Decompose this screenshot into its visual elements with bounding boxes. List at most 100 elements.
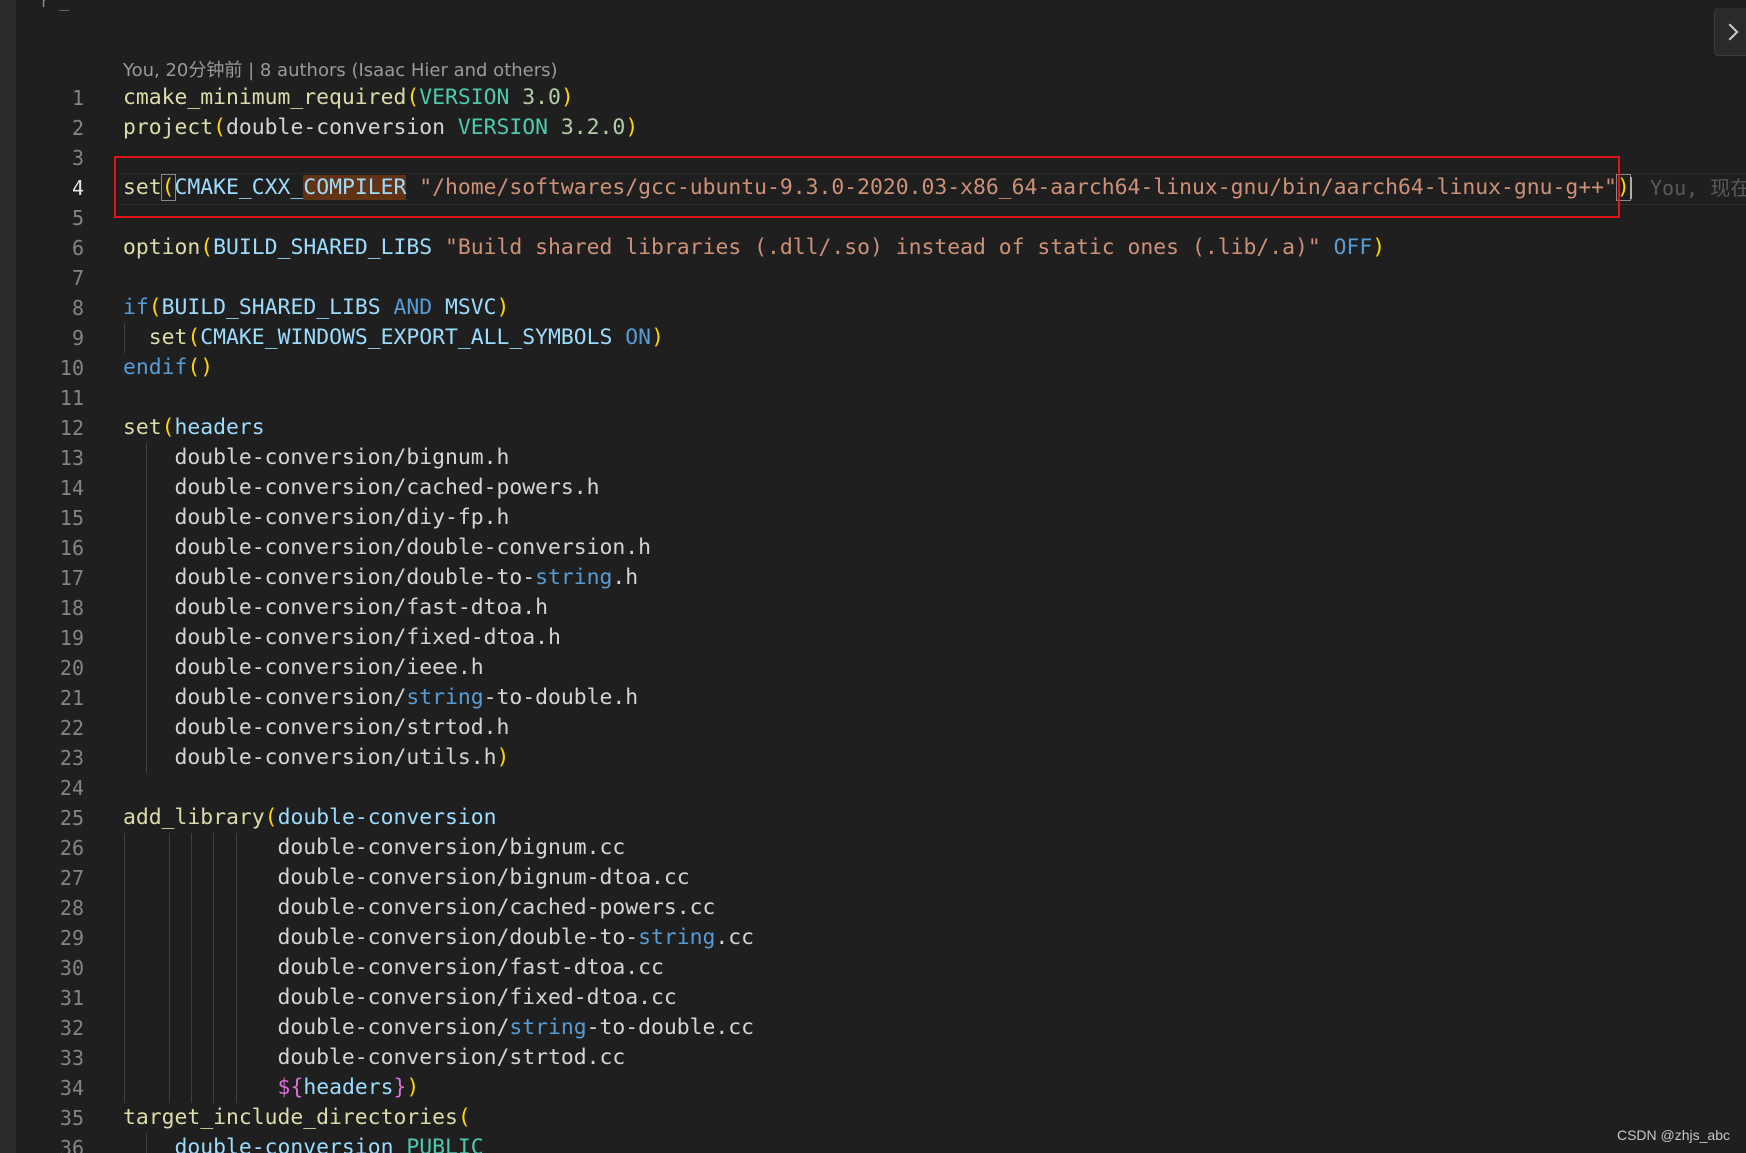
line-code[interactable]: double-conversion/double-to-string.cc (123, 923, 755, 953)
indent-guide (124, 1043, 125, 1073)
line-code[interactable]: if(BUILD_SHARED_LIBS AND MSVC) (123, 293, 509, 323)
line-code[interactable]: double-conversion/utils.h) (123, 743, 510, 773)
line-code[interactable]: set(CMAKE_WINDOWS_EXPORT_ALL_SYMBOLS ON) (123, 323, 664, 353)
line-code[interactable]: double-conversion/ieee.h (123, 653, 484, 683)
indent-guide (213, 983, 215, 1013)
code-line[interactable]: 35 target_include_directories( (0, 1103, 1746, 1133)
code-line[interactable]: 28 double-conversion/cached-powers.cc (0, 893, 1746, 923)
line-code[interactable]: double-conversion/bignum.h (123, 443, 510, 473)
line-code[interactable]: double-conversion/fast-dtoa.h (123, 593, 548, 623)
code-line[interactable]: 17 double-conversion/double-to-string.h (0, 563, 1746, 593)
code-line[interactable]: 10 endif() (0, 353, 1746, 383)
line-code[interactable]: double-conversion/bignum.cc (123, 833, 626, 863)
code-line[interactable]: 27 double-conversion/bignum-dtoa.cc (0, 863, 1746, 893)
indent-guide (190, 983, 192, 1013)
code-token: double-conversion/bignum-dtoa.cc (123, 865, 690, 890)
indent-guide (146, 503, 148, 533)
code-line[interactable]: 25 add_library(double-conversion (0, 803, 1746, 833)
line-code[interactable]: double-conversion/fixed-dtoa.h (123, 623, 561, 653)
indent-guide (124, 323, 125, 353)
code-line[interactable]: 7 (0, 263, 1746, 293)
code-line[interactable]: 13 double-conversion/bignum.h (0, 443, 1746, 473)
indent-guide (146, 473, 148, 503)
line-code[interactable]: double-conversion/fixed-dtoa.cc (123, 983, 677, 1013)
line-number: 30 (59, 956, 84, 980)
code-line[interactable]: 32 double-conversion/string-to-double.cc (0, 1013, 1746, 1043)
line-code[interactable]: double-conversion/cached-powers.h (123, 473, 600, 503)
code-token: add_library (123, 805, 265, 830)
line-number: 31 (59, 986, 84, 1010)
indent-guide (213, 953, 215, 983)
code-line[interactable]: 26 double-conversion/bignum.cc (0, 833, 1746, 863)
code-editor[interactable]: r _ You, 20分钟前 | 8 authors (Isaac Hier a… (0, 0, 1746, 1153)
line-code[interactable]: double-conversion/cached-powers.cc (123, 893, 716, 923)
line-number: 9 (71, 326, 84, 350)
code-line[interactable]: 2 project(double-conversion VERSION 3.2.0… (0, 113, 1746, 143)
code-line[interactable]: 18 double-conversion/fast-dtoa.h (0, 593, 1746, 623)
line-code[interactable]: set(headers (123, 413, 265, 443)
code-token: "Build shared libraries (.dll/.so) inste… (445, 235, 1321, 260)
line-code[interactable]: option(BUILD_SHARED_LIBS "Build shared l… (123, 233, 1385, 263)
code-token: double-conversion/bignum.cc (123, 835, 626, 860)
code-token: double-conversion/strtod.h (123, 715, 510, 740)
truncated-breadcrumb: r _ (40, 0, 69, 11)
code-line[interactable]: 34 ${headers}) (0, 1073, 1746, 1103)
line-code[interactable]: project(double-conversion VERSION 3.2.0) (123, 113, 638, 143)
code-line[interactable]: 31 double-conversion/fixed-dtoa.cc (0, 983, 1746, 1013)
expand-panel-button[interactable] (1714, 8, 1746, 56)
line-code[interactable]: double-conversion/strtod.h (123, 713, 510, 743)
code-line[interactable]: 14 double-conversion/cached-powers.h (0, 473, 1746, 503)
indent-guide (168, 1073, 170, 1103)
line-code[interactable]: endif() (123, 353, 213, 383)
indent-guide (190, 1013, 192, 1043)
code-token: BUILD_SHARED_LIBS (161, 295, 381, 320)
code-line[interactable]: 16 double-conversion/double-conversion.h (0, 533, 1746, 563)
line-number: 6 (71, 236, 84, 260)
chevron-right-icon (1721, 23, 1739, 41)
code-line[interactable]: 36 double-conversion PUBLIC (0, 1133, 1746, 1153)
line-code[interactable]: double-conversion/bignum-dtoa.cc (123, 863, 690, 893)
code-line[interactable]: 9 set(CMAKE_WINDOWS_EXPORT_ALL_SYMBOLS O… (0, 323, 1746, 353)
code-line[interactable]: 21 double-conversion/string-to-double.h (0, 683, 1746, 713)
line-code[interactable]: ${headers}) (123, 1073, 420, 1103)
line-number: 13 (59, 446, 84, 470)
code-line[interactable]: 11 (0, 383, 1746, 413)
line-code[interactable]: cmake_minimum_required(VERSION 3.0) (123, 83, 574, 113)
code-token: PUBLIC (406, 1135, 484, 1153)
code-line[interactable]: 33 double-conversion/strtod.cc (0, 1043, 1746, 1073)
line-code[interactable]: double-conversion/strtod.cc (123, 1043, 626, 1073)
code-line[interactable]: 8 if(BUILD_SHARED_LIBS AND MSVC) (0, 293, 1746, 323)
indent-guide (146, 563, 148, 593)
code-line[interactable]: 12 set(headers (0, 413, 1746, 443)
code-line[interactable]: 19 double-conversion/fixed-dtoa.h (0, 623, 1746, 653)
line-code[interactable]: double-conversion/string-to-double.cc (123, 1013, 755, 1043)
line-code[interactable]: target_include_directories( (123, 1103, 471, 1133)
line-code[interactable]: double-conversion/double-conversion.h (123, 533, 652, 563)
code-line[interactable]: 20 double-conversion/ieee.h (0, 653, 1746, 683)
line-number: 16 (59, 536, 84, 560)
code-line[interactable]: 23 double-conversion/utils.h) (0, 743, 1746, 773)
code-token: string (638, 925, 716, 950)
indent-guide (235, 833, 237, 863)
code-line[interactable]: 22 double-conversion/strtod.h (0, 713, 1746, 743)
line-code[interactable]: double-conversion/double-to-string.h (123, 563, 639, 593)
line-code[interactable]: double-conversion/string-to-double.h (123, 683, 639, 713)
code-line[interactable]: 6 option(BUILD_SHARED_LIBS "Build shared … (0, 233, 1746, 263)
line-code[interactable]: double-conversion/diy-fp.h (123, 503, 510, 533)
line-code[interactable]: double-conversion PUBLIC (123, 1133, 484, 1153)
code-lines[interactable]: 1 cmake_minimum_required(VERSION 3.0) 2 pro… (0, 83, 1746, 1153)
code-line[interactable]: 29 double-conversion/double-to-string.cc (0, 923, 1746, 953)
line-code[interactable]: add_library(double-conversion (123, 803, 497, 833)
code-line[interactable]: 15 double-conversion/diy-fp.h (0, 503, 1746, 533)
code-line[interactable]: 24 (0, 773, 1746, 803)
indent-guide (168, 1043, 170, 1073)
codelens-authors[interactable]: You, 20分钟前 | 8 authors (Isaac Hier and o… (123, 58, 558, 84)
indent-guide (213, 1013, 215, 1043)
code-token: } (393, 1075, 407, 1100)
line-code[interactable]: double-conversion/fast-dtoa.cc (123, 953, 664, 983)
indent-guide (235, 863, 237, 893)
code-line[interactable]: 30 double-conversion/fast-dtoa.cc (0, 953, 1746, 983)
code-line[interactable]: 1 cmake_minimum_required(VERSION 3.0) (0, 83, 1746, 113)
